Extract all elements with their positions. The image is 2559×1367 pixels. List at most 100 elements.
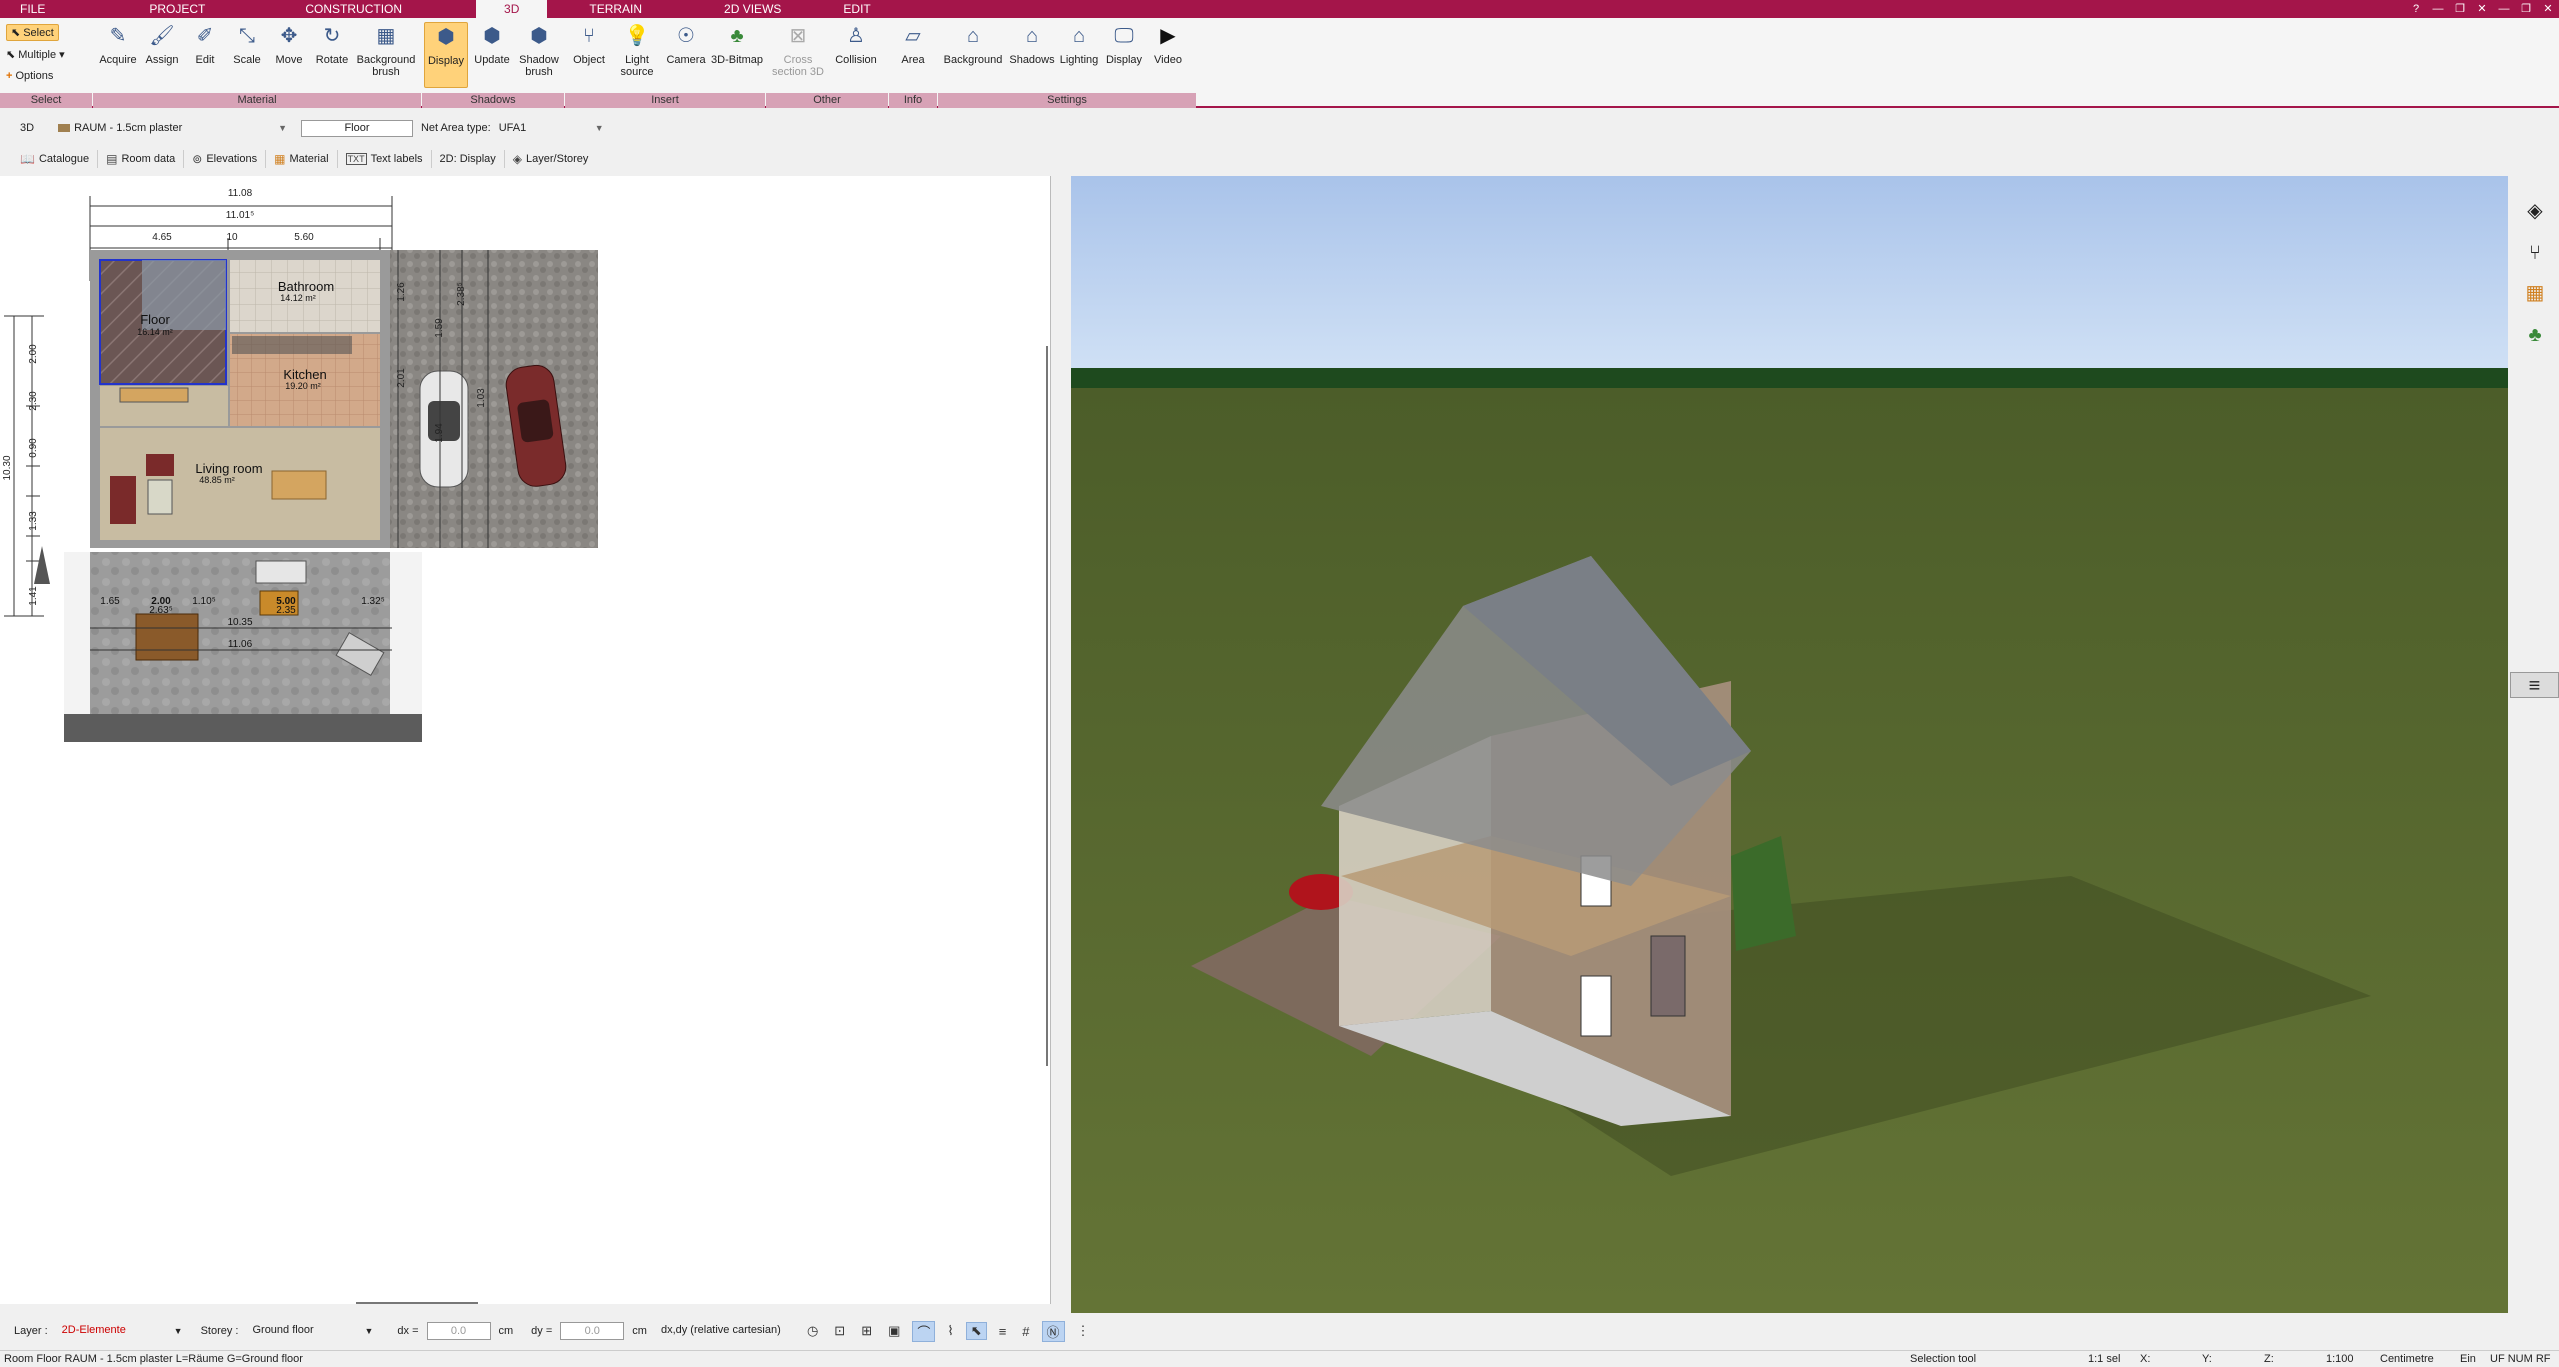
light-source-button[interactable]: 💡 Light source bbox=[613, 22, 661, 78]
status-z: Z: bbox=[2264, 1353, 2274, 1365]
net-area-dropdown[interactable]: UFA1 ▼ bbox=[499, 122, 604, 134]
more-icon[interactable]: ⋮ bbox=[1073, 1323, 1094, 1339]
select-button[interactable]: ⬉ Select bbox=[6, 24, 59, 41]
cursor-snap-icon[interactable]: ⬉ bbox=[965, 1322, 987, 1340]
north-icon[interactable]: Ⓝ bbox=[1041, 1320, 1065, 1342]
close-icon[interactable]: ✕ bbox=[2471, 0, 2493, 18]
3d-bitmap-button[interactable]: ♣ 3D-Bitmap bbox=[709, 22, 765, 66]
collision-button[interactable]: ♙ Collision bbox=[828, 22, 884, 66]
tab-edit[interactable]: EDIT bbox=[803, 0, 892, 18]
video-button[interactable]: ▶ Video bbox=[1148, 22, 1188, 66]
layer-storey-button[interactable]: ◈ Layer/Storey bbox=[505, 150, 597, 168]
tab-2d-views[interactable]: 2D VIEWS bbox=[664, 0, 803, 18]
storey-dropdown[interactable]: Ground floor bbox=[246, 1322, 356, 1340]
catalogue-button[interactable]: 📖 Catalogue bbox=[12, 150, 99, 168]
cursor-icon: ⬉ bbox=[11, 27, 21, 39]
layers-icon[interactable]: ◈ bbox=[2522, 198, 2548, 224]
shadow-brush-button[interactable]: ⬢ Shadow brush bbox=[516, 22, 562, 78]
dim-right-2: 2.01 bbox=[396, 368, 407, 388]
room-label-floor: Floor bbox=[140, 312, 170, 327]
dy-input[interactable]: 0.0 bbox=[560, 1322, 625, 1340]
dx-input[interactable]: 0.0 bbox=[426, 1322, 491, 1340]
dim-left-3: 0.90 bbox=[28, 438, 39, 458]
menu-icon[interactable]: ≡ bbox=[2510, 672, 2559, 698]
pane-splitter[interactable] bbox=[1051, 176, 1071, 1313]
tree-icon[interactable]: ♣ bbox=[2522, 322, 2548, 348]
bottom-toolbar: Layer : 2D-Elemente ▼ Storey : Ground fl… bbox=[0, 1318, 2559, 1344]
dim-right-6: 2.38⁵ bbox=[456, 282, 467, 306]
tab-construction[interactable]: CONSTRUCTION bbox=[227, 0, 424, 18]
dim-right-1: 1.26 bbox=[396, 282, 407, 302]
angle-snap-icon[interactable]: ⌒ bbox=[912, 1320, 936, 1342]
object-button[interactable]: ⑂ Object bbox=[567, 22, 611, 66]
rotate-button[interactable]: ↻ Rotate bbox=[311, 22, 353, 66]
shadows-settings-button[interactable]: ⌂ Shadows bbox=[1008, 22, 1056, 66]
dim-right-4: 1.94 bbox=[434, 423, 445, 443]
display-settings-button[interactable]: 🖵 Display bbox=[1102, 22, 1146, 66]
clock-icon[interactable]: ◷ bbox=[803, 1323, 822, 1339]
chair-icon[interactable]: ⑂ bbox=[2522, 240, 2548, 266]
help-icon[interactable]: ? bbox=[2405, 0, 2427, 18]
dim-left-5: 1.41 bbox=[28, 586, 39, 606]
room-name-field[interactable]: Floor bbox=[300, 119, 413, 137]
cube-icon: ⬢ bbox=[437, 26, 455, 48]
object-snap-icon[interactable]: ▣ bbox=[884, 1323, 904, 1339]
tab-project[interactable]: PROJECT bbox=[63, 0, 227, 18]
lighting-button[interactable]: ⌂ Lighting bbox=[1056, 22, 1102, 66]
dim-terrace-3: 1.10⁵ bbox=[192, 596, 216, 607]
vertical-scrollbar[interactable] bbox=[1046, 346, 1048, 1066]
tangent-icon[interactable]: ⌇ bbox=[943, 1323, 957, 1339]
acquire-button[interactable]: ✎ Acquire bbox=[97, 22, 139, 66]
background-brush-button[interactable]: ▦ Background brush bbox=[353, 22, 419, 78]
chevron-down-icon[interactable]: ▼ bbox=[174, 1326, 183, 1336]
doc-minimize-icon[interactable]: — bbox=[2493, 0, 2515, 18]
ribbon-group-insert: ⑂ Object 💡 Light source ☉ Camera ♣ 3D-Bitmap… bbox=[565, 18, 765, 108]
chevron-down-icon[interactable]: ▼ bbox=[364, 1326, 373, 1336]
dim-width-inner: 11.01⁵ bbox=[226, 210, 254, 221]
minimize-icon[interactable]: — bbox=[2427, 0, 2449, 18]
material-dropdown[interactable]: RAUM - 1.5cm plaster ▼ bbox=[58, 122, 287, 134]
ortho-icon[interactable]: ⊞ bbox=[857, 1323, 876, 1339]
tab-terrain[interactable]: TERRAIN bbox=[547, 0, 664, 18]
book-icon: 📖 bbox=[20, 152, 35, 166]
doc-close-icon[interactable]: ✕ bbox=[2537, 0, 2559, 18]
elevations-button[interactable]: ⊚ Elevations bbox=[184, 150, 267, 168]
scale-button[interactable]: ⤡ Scale bbox=[227, 22, 267, 66]
text-labels-button[interactable]: TXT Text labels bbox=[338, 150, 432, 168]
tab-file[interactable]: FILE bbox=[0, 0, 63, 18]
3d-view[interactable] bbox=[1071, 176, 2508, 1313]
display-shadows-button[interactable]: ⬢ Display bbox=[424, 22, 468, 88]
horizontal-scrollbar[interactable] bbox=[356, 1302, 478, 1304]
edit-button[interactable]: ✐ Edit bbox=[185, 22, 225, 66]
collision-person-icon: ♙ bbox=[847, 25, 865, 47]
restore-icon[interactable]: ❐ bbox=[2449, 0, 2471, 18]
2d-display-button[interactable]: 2D: Display bbox=[432, 150, 505, 168]
room-living-room[interactable] bbox=[100, 428, 380, 540]
grid-icon[interactable]: # bbox=[1018, 1324, 1033, 1339]
room-data-button[interactable]: ▤ Room data bbox=[98, 150, 185, 168]
layer-dropdown[interactable]: 2D-Elemente bbox=[56, 1322, 166, 1340]
move-icon: ✥ bbox=[280, 25, 298, 47]
room-area-living-room: 48.85 m² bbox=[199, 475, 235, 485]
cross-section-button[interactable]: ⊠ Cross section 3D bbox=[770, 22, 826, 78]
kitchen-counter bbox=[232, 336, 352, 354]
doc-restore-icon[interactable]: ❐ bbox=[2515, 0, 2537, 18]
area-button[interactable]: ▱ Area bbox=[891, 22, 935, 66]
material-button[interactable]: ▦ Material bbox=[266, 150, 338, 168]
options-button[interactable]: + Options bbox=[6, 70, 53, 82]
coord-mode-dropdown[interactable]: dx,dy (relative cartesian) bbox=[655, 1322, 795, 1340]
dim-left-segment: 4.65 bbox=[152, 232, 172, 243]
multiple-dropdown[interactable]: ⬉ Multiple ▾ bbox=[6, 48, 65, 62]
assign-button[interactable]: 🖌 Assign bbox=[141, 22, 183, 66]
camera-button[interactable]: ☉ Camera bbox=[663, 22, 709, 66]
floor-plan-2d-view[interactable]: 11.08 11.01⁵ 4.65 10 5.60 1.01 1.51 9.17… bbox=[0, 176, 1051, 1304]
snap-icon[interactable]: ⊡ bbox=[830, 1323, 849, 1339]
palette-icon[interactable]: ▦ bbox=[2522, 280, 2548, 306]
rotate-icon: ↻ bbox=[323, 25, 341, 47]
tab-3d[interactable]: 3D bbox=[476, 0, 548, 18]
background-button[interactable]: ⌂ Background bbox=[940, 22, 1006, 66]
group-label-info: Info bbox=[889, 93, 937, 108]
lines-icon[interactable]: ≡ bbox=[995, 1324, 1011, 1339]
move-button[interactable]: ✥ Move bbox=[269, 22, 309, 66]
update-shadows-button[interactable]: ⬢ Update bbox=[470, 22, 514, 66]
